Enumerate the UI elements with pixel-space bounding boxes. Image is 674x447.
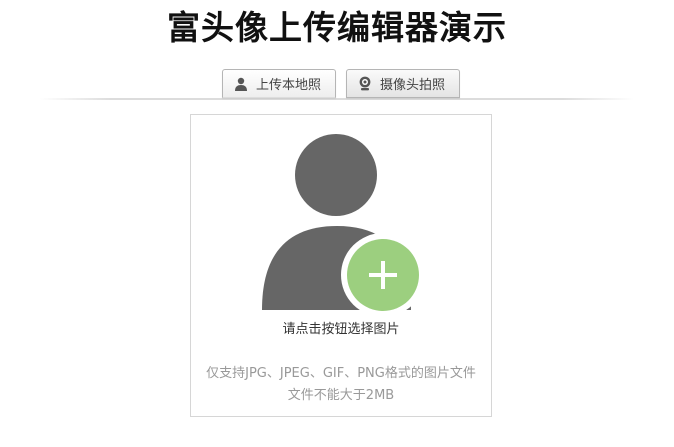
file-size-hint: 文件不能大于2MB <box>287 388 395 403</box>
tab-camera[interactable]: 摄像头拍照 <box>346 69 460 98</box>
file-type-hint: 仅支持JPG、JPEG、GIF、PNG格式的图片文件 <box>206 366 476 381</box>
webcam-icon <box>357 76 373 92</box>
add-photo-button[interactable] <box>341 233 425 317</box>
upload-prompt: 请点击按钮选择图片 <box>282 322 400 337</box>
tab-upload-local[interactable]: 上传本地照 <box>222 69 336 98</box>
user-icon <box>233 76 249 92</box>
upload-panel: 请点击按钮选择图片 仅支持JPG、JPEG、GIF、PNG格式的图片文件 文件不… <box>190 114 492 417</box>
page-title: 富头像上传编辑器演示 <box>167 8 507 47</box>
tab-upload-label: 上传本地照 <box>256 78 322 93</box>
tab-divider <box>40 98 634 100</box>
tab-camera-label: 摄像头拍照 <box>380 78 446 93</box>
